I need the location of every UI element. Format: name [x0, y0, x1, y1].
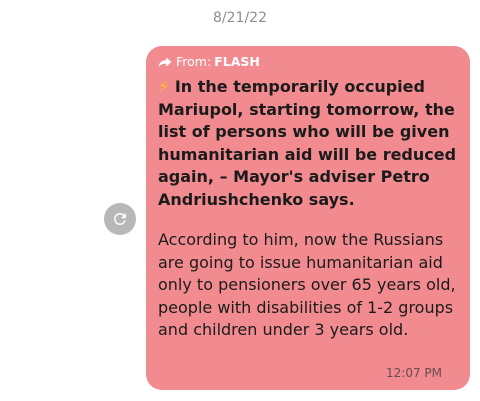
message-headline: ⚡ In the temporarily occupied Mariupol, … [158, 76, 458, 211]
message-timestamp: 12:07 PM [386, 366, 442, 380]
message-body: According to him, now the Russians are g… [158, 230, 456, 339]
headline-text: In the temporarily occupied Mariupol, st… [158, 77, 457, 209]
forwarded-source[interactable]: FLASH [214, 54, 260, 69]
message-bubble[interactable]: From: FLASH ⚡ In the temporarily occupie… [146, 46, 470, 390]
resend-button[interactable] [104, 203, 136, 235]
refresh-icon [113, 212, 126, 225]
lightning-icon: ⚡ [158, 77, 170, 96]
forwarded-header: From: FLASH [158, 53, 458, 70]
conversation-date: 8/21/22 [213, 10, 267, 26]
forwarded-prefix: From: [176, 54, 212, 69]
forward-arrow-icon [158, 56, 172, 67]
